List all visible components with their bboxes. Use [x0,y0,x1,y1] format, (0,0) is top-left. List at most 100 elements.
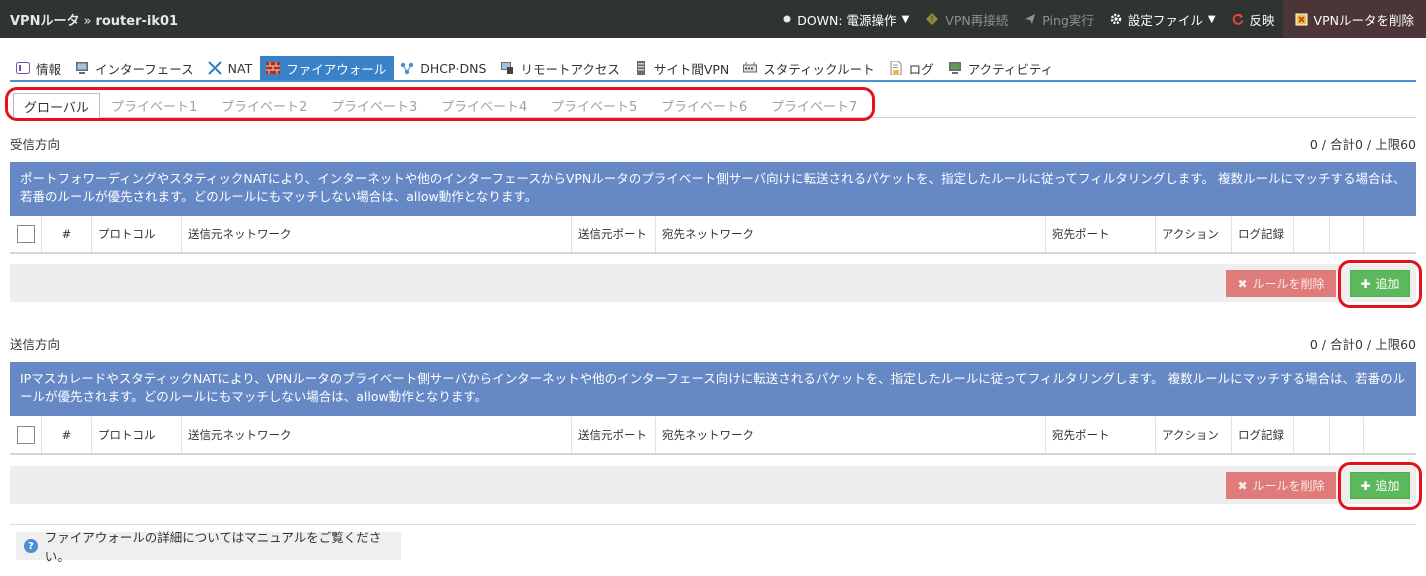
apply-label: 反映 [1249,12,1275,28]
subtab-private-7[interactable]: プライベート7 [771,93,857,117]
tab-nat[interactable]: NAT [202,56,261,80]
subtab-global[interactable]: グローバル [13,93,100,118]
col-destination-port[interactable]: 宛先ポート [1046,216,1156,252]
delete-router-button[interactable]: VPNルータを削除 [1282,0,1426,38]
gear-icon [1110,13,1122,25]
col-number[interactable]: # [42,417,92,453]
tab-info-label: 情報 [36,61,62,77]
inbound-add-button[interactable]: ✚ 追加 [1350,270,1410,297]
inbound-delete-rule-button[interactable]: ✖ ルールを削除 [1226,270,1336,297]
tab-log[interactable]: ログ [883,56,942,80]
config-file-label: 設定ファイル [1127,12,1203,28]
select-all-checkbox[interactable] [16,225,35,243]
delete-x-icon: ✖ [1237,478,1248,493]
subtab-private-4[interactable]: プライベート4 [441,93,527,117]
tab-interface-label: インターフェース [95,61,194,77]
subtab-private-1[interactable]: プライベート1 [111,93,197,117]
nat-icon [207,61,222,75]
col-empty-2 [1330,417,1364,453]
outbound-table-footer: ✖ ルールを削除 ✚ 追加 [10,466,1416,504]
caret-down-icon: ▼ [901,13,910,25]
ping-button[interactable]: Ping実行 [1016,0,1102,38]
subtab-private-3[interactable]: プライベート3 [331,93,417,117]
col-number[interactable]: # [42,216,92,252]
inbound-rule-count: 0 / 合計0 / 上限60 [1309,137,1416,152]
col-source-network[interactable]: 送信元ネットワーク [182,417,572,453]
firewall-icon [266,61,281,75]
outbound-delete-rule-label: ルールを削除 [1252,479,1325,493]
col-action[interactable]: アクション [1156,417,1232,453]
inbound-table-header: # プロトコル 送信元ネットワーク 送信元ポート 宛先ネットワーク 宛先ポート … [10,216,1416,254]
warning-icon: ! [925,12,939,26]
col-destination-network[interactable]: 宛先ネットワーク [656,216,1046,252]
refresh-icon [1232,13,1244,25]
delete-router-label: VPNルータを削除 [1313,12,1414,28]
svg-text:!: ! [931,15,934,24]
breadcrumb-separator: » [83,13,92,29]
tab-site-vpn-label: サイト間VPN [653,61,730,77]
tab-info[interactable]: 情報 [10,56,69,80]
config-file-menu[interactable]: 設定ファイル ▼ [1102,0,1224,38]
inbound-add-label: 追加 [1375,277,1400,291]
tab-interface[interactable]: インターフェース [69,56,202,80]
col-empty-3 [1364,216,1416,252]
col-logging[interactable]: ログ記録 [1232,417,1294,453]
tab-firewall-label: ファイアウォール [286,61,387,77]
tab-activity[interactable]: アクティビティ [942,56,1061,80]
ping-label: Ping実行 [1042,12,1094,28]
question-icon: ? [24,539,38,553]
tab-site-vpn[interactable]: サイト間VPN [628,56,737,80]
vpn-reconnect-button[interactable]: ! VPN再接続 [917,0,1016,38]
app-name[interactable]: VPNルータ [10,14,79,29]
col-action[interactable]: アクション [1156,216,1232,252]
outbound-delete-rule-button[interactable]: ✖ ルールを削除 [1226,472,1336,499]
tab-firewall[interactable]: ファイアウォール [260,56,395,80]
log-icon [889,61,903,75]
tab-dhcp-dns[interactable]: DHCP·DNS [394,56,494,80]
delete-x-icon: ✖ [1237,276,1248,291]
tab-remote-access-label: リモートアクセス [520,61,620,77]
monitor-icon [75,61,89,75]
activity-icon [948,61,962,75]
router-delete-icon [1295,13,1308,26]
plus-icon: ✚ [1360,478,1371,493]
apply-button[interactable]: 反映 [1224,0,1283,38]
help-note: ? ファイアウォールの詳細についてはマニュアルをご覧ください。 [16,530,401,564]
outbound-table-header: # プロトコル 送信元ネットワーク 送信元ポート 宛先ネットワーク 宛先ポート … [10,417,1416,455]
inbound-table-footer: ✖ ルールを削除 ✚ 追加 [10,264,1416,302]
help-text: ファイアウォールの詳細についてはマニュアルをご覧ください。 [44,530,382,564]
subtab-private-5[interactable]: プライベート5 [551,93,637,117]
inbound-section-title: 受信方向 [10,137,61,152]
col-source-network[interactable]: 送信元ネットワーク [182,216,572,252]
col-source-port[interactable]: 送信元ポート [572,216,656,252]
tab-remote-access[interactable]: リモートアクセス [494,56,627,80]
breadcrumb: VPNルータ » router-ik01 [0,10,775,29]
main-tabs: 情報 インターフェース NAT ファイアウォール DHCP·DNS リモートアク… [10,56,1416,82]
col-protocol[interactable]: プロトコル [92,216,182,252]
send-icon [1024,13,1036,25]
help-bar: ? ファイアウォールの詳細についてはマニュアルをご覧ください。 [10,524,1416,564]
tab-log-label: ログ [908,61,934,77]
col-protocol[interactable]: プロトコル [92,417,182,453]
col-empty-1 [1294,216,1330,252]
plus-icon: ✚ [1360,276,1371,291]
power-status-menu[interactable]: DOWN: 電源操作 ▼ [775,0,917,38]
col-empty-2 [1330,216,1364,252]
inbound-description: ポートフォワーディングやスタティックNATにより、インターネットや他のインターフ… [10,162,1416,216]
col-destination-port[interactable]: 宛先ポート [1046,417,1156,453]
power-status-label: DOWN: 電源操作 [797,12,897,28]
caret-down-icon: ▼ [1207,13,1216,25]
subtab-private-2[interactable]: プライベート2 [221,93,307,117]
top-header: VPNルータ» router-ik01 DOWN: 電源操作 ▼ ! VPN再接続 … [0,0,1426,38]
remote-icon [500,61,514,75]
col-logging[interactable]: ログ記録 [1232,216,1294,252]
col-source-port[interactable]: 送信元ポート [572,417,656,453]
outbound-description: IPマスカレードやスタティックNATにより、VPNルータのプライベート側サーバか… [10,362,1416,416]
info-icon [16,61,30,75]
outbound-add-button[interactable]: ✚ 追加 [1350,472,1410,499]
tab-static-route[interactable]: スタティックルート [737,56,882,80]
select-all-checkbox[interactable] [16,426,35,444]
col-destination-network[interactable]: 宛先ネットワーク [656,417,1046,453]
subtab-private-6[interactable]: プライベート6 [661,93,747,117]
tab-activity-label: アクティビティ [967,61,1054,77]
